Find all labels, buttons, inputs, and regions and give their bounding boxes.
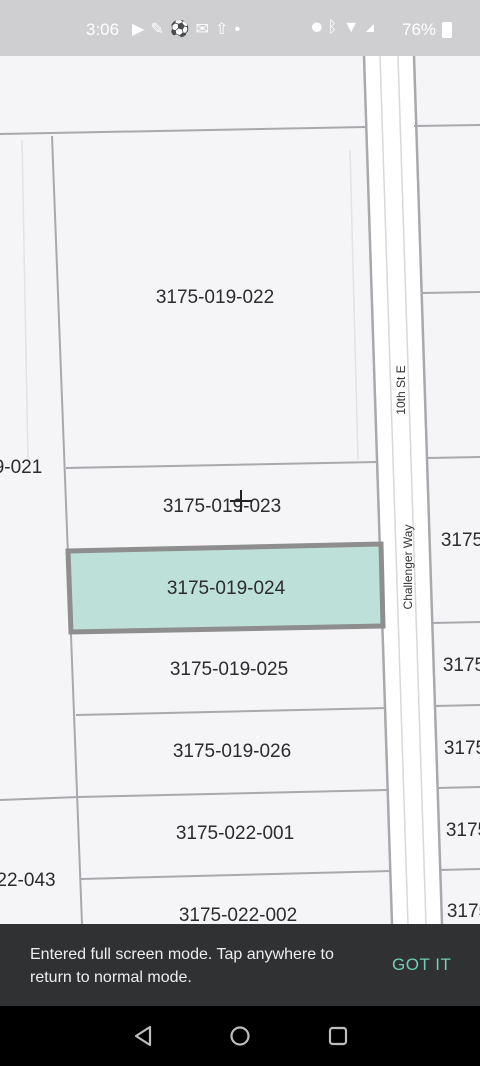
- parcel-label-partial[interactable]: 3175: [444, 738, 480, 760]
- dot-icon: •: [234, 21, 247, 38]
- back-icon[interactable]: [131, 1024, 155, 1048]
- street-label-10th-st-e: 10th St E: [394, 365, 408, 415]
- feed-icon: ✎: [150, 21, 170, 38]
- recents-icon[interactable]: [326, 1024, 350, 1048]
- parcel-label-partial[interactable]: 3175: [441, 530, 480, 552]
- youtube-icon: ▶: [132, 21, 151, 38]
- street-label-challenger-way: Challenger Way: [401, 524, 415, 610]
- status-time: 3:06: [86, 20, 120, 39]
- parcel-label[interactable]: 3175-019-022: [156, 287, 274, 309]
- bluetooth-icon: ᛒ: [327, 19, 344, 36]
- system-icons: ⬤ᛒ▼◢: [312, 19, 381, 37]
- toast-message: Entered full screen mode. Tap anywhere t…: [30, 946, 334, 986]
- parcel-label-partial[interactable]: 22-043: [0, 870, 56, 892]
- notification-icons: ▶✎⚽✉⇧•: [132, 19, 246, 39]
- parcel-label[interactable]: 3175-019-025: [170, 659, 288, 681]
- navigation-bar: [0, 1006, 480, 1066]
- location-icon: ⬤: [312, 19, 328, 36]
- parcel-label[interactable]: 3175-019-023: [163, 496, 281, 518]
- battery-percent: 76%: [402, 20, 437, 39]
- home-icon[interactable]: [228, 1024, 252, 1048]
- game-icon: ⚽: [169, 21, 196, 38]
- wifi-icon: ▼: [343, 19, 366, 36]
- parcel-label[interactable]: 3175-022-001: [176, 823, 294, 845]
- fullscreen-toast[interactable]: Entered full screen mode. Tap anywhere t…: [0, 924, 480, 1006]
- parcel-label[interactable]: 3175-019-026: [173, 741, 291, 763]
- got-it-button[interactable]: GOT IT: [392, 955, 451, 975]
- battery-icon: [442, 22, 452, 38]
- parcel-label-partial[interactable]: 3175: [446, 820, 480, 842]
- road-10th-st-e: [364, 56, 442, 924]
- parcel-label-partial[interactable]: 3175: [443, 655, 480, 677]
- upload-icon: ⇧: [215, 21, 235, 38]
- selected-parcel-label[interactable]: 3175-019-024: [167, 578, 285, 600]
- signal-icon: ◢: [365, 19, 381, 36]
- status-bar: 3:06 ▶✎⚽✉⇧• ⬤ᛒ▼◢ 76%: [0, 0, 480, 56]
- parcel-map[interactable]: 3175-019-022 3175-019-023 3175-019-024 3…: [0, 56, 480, 924]
- parcel-label-partial[interactable]: 3175: [447, 901, 480, 923]
- mail-icon: ✉: [195, 21, 216, 38]
- parcel-label[interactable]: 3175-022-002: [179, 905, 297, 924]
- crosshair-icon: [230, 490, 252, 512]
- parcel-label-partial[interactable]: 9-021: [0, 457, 42, 479]
